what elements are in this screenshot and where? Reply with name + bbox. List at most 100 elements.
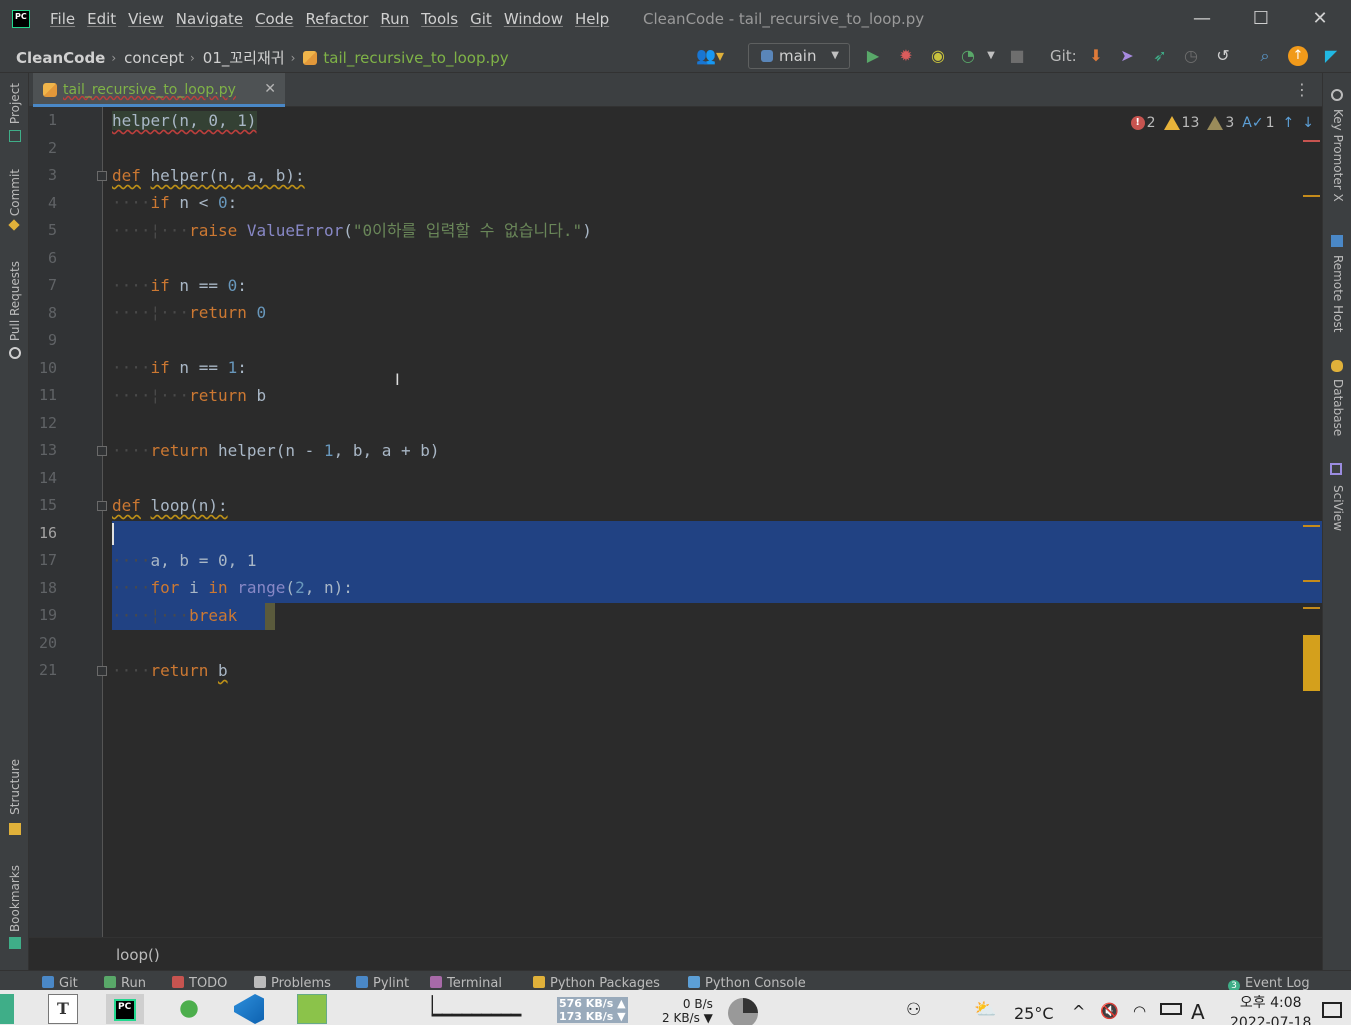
- clock[interactable]: 오후 4:08 2022-07-18: [1230, 993, 1311, 1025]
- menu-view[interactable]: View: [122, 10, 170, 28]
- tool-sciview[interactable]: SciView: [1331, 485, 1345, 531]
- tool-terminal[interactable]: Terminal: [430, 976, 502, 990]
- action-center-icon[interactable]: [1322, 1002, 1342, 1018]
- tool-git[interactable]: Git: [42, 976, 78, 990]
- maximize-button[interactable]: ☐: [1246, 6, 1276, 32]
- typos-count[interactable]: A✓ 1: [1242, 115, 1274, 131]
- code-with-me-icon[interactable]: ◤: [1320, 44, 1342, 68]
- warning-stripe-mark[interactable]: [1303, 607, 1320, 609]
- line-number-current: 16: [38, 524, 57, 542]
- taskbar-pycharm-icon[interactable]: PC: [106, 994, 144, 1024]
- tool-remote-host[interactable]: Remote Host: [1331, 255, 1345, 332]
- inspection-widget[interactable]: ! 2 13 3 A✓ 1 ↑ ↓: [1130, 115, 1314, 131]
- fold-marker[interactable]: [97, 446, 107, 456]
- tool-python-packages[interactable]: Python Packages: [533, 976, 660, 990]
- tool-run[interactable]: Run: [104, 976, 146, 990]
- taskbar-vscode-icon[interactable]: [234, 994, 264, 1024]
- tab-actions-icon[interactable]: ⋮: [1294, 80, 1310, 99]
- profile-icon[interactable]: ◔: [957, 44, 979, 68]
- tool-todo[interactable]: TODO: [172, 976, 227, 990]
- stop-icon[interactable]: ■: [1006, 44, 1028, 68]
- git-commit-icon[interactable]: ➶: [1149, 44, 1171, 68]
- search-icon[interactable]: ⌕: [1254, 44, 1276, 68]
- tab-tail-recursive-to-loop[interactable]: tail_recursive_to_loop.py ✕: [33, 73, 285, 107]
- windows-taskbar: T PC ▕▁▁▁▁▁▁▁▁▁ 576 KB/s ▲ 173 KB/s ▼ 0 B…: [0, 990, 1351, 1025]
- tool-problems[interactable]: Problems: [254, 976, 331, 990]
- code-line-15: def loop(n):: [112, 496, 228, 515]
- menu-navigate[interactable]: Navigate: [170, 10, 249, 28]
- battery-icon[interactable]: [1160, 1003, 1182, 1015]
- scrollbar-thumb[interactable]: [1303, 635, 1320, 691]
- warning-stripe-mark[interactable]: [1303, 525, 1320, 527]
- tool-bookmarks[interactable]: Bookmarks: [8, 865, 22, 932]
- menu-window[interactable]: Window: [498, 10, 569, 28]
- tool-key-promoter[interactable]: Key Promoter X: [1331, 109, 1345, 202]
- fold-marker[interactable]: [97, 666, 107, 676]
- git-push-icon[interactable]: ➤: [1116, 44, 1138, 68]
- git-label: Git:: [1050, 47, 1077, 65]
- close-window-button[interactable]: ✕: [1305, 6, 1335, 32]
- git-history-icon[interactable]: ◷: [1180, 44, 1202, 68]
- tool-event-log[interactable]: 3 Event Log: [1228, 976, 1310, 990]
- debug-icon[interactable]: ✹: [895, 44, 917, 68]
- current-scope[interactable]: loop(): [116, 946, 160, 964]
- code-line-17: ····a, b = 0, 1: [112, 551, 257, 570]
- menu-help[interactable]: Help: [569, 10, 615, 28]
- git-update-icon[interactable]: ⬇: [1085, 44, 1107, 68]
- tool-structure[interactable]: Structure: [8, 759, 22, 815]
- taskbar-app-icon[interactable]: [0, 994, 14, 1024]
- menu-refactor[interactable]: Refactor: [299, 10, 374, 28]
- menu-file[interactable]: File: [44, 10, 81, 28]
- error-stripe-mark[interactable]: [1303, 140, 1320, 142]
- next-highlight-arrow-icon[interactable]: ↓: [1302, 115, 1314, 131]
- menu-run[interactable]: Run: [374, 10, 415, 28]
- people-icon[interactable]: ⚇: [906, 1000, 921, 1020]
- weather-icon[interactable]: ⛅: [974, 999, 996, 1020]
- fold-marker[interactable]: [97, 501, 107, 511]
- errors-count[interactable]: ! 2: [1130, 115, 1156, 131]
- tool-pylint[interactable]: Pylint: [356, 976, 409, 990]
- weather-temp[interactable]: 25°C: [1014, 1004, 1054, 1023]
- taskbar-notepad-icon[interactable]: [297, 994, 327, 1024]
- breadcrumb-folder-tail[interactable]: 01_꼬리재귀: [203, 47, 285, 68]
- project-icon: [9, 130, 21, 142]
- warning-stripe-mark[interactable]: [1303, 195, 1320, 197]
- previous-highlight-arrow-icon[interactable]: ↑: [1283, 115, 1295, 131]
- breadcrumb-folder-concept[interactable]: concept: [124, 49, 184, 67]
- weak-warnings-count[interactable]: 3: [1207, 115, 1234, 131]
- close-tab-icon[interactable]: ✕: [264, 81, 276, 97]
- rollback-icon[interactable]: ↺: [1212, 44, 1234, 68]
- tool-commit[interactable]: Commit: [8, 169, 22, 216]
- volume-muted-icon[interactable]: 🔇: [1100, 1002, 1119, 1020]
- more-run-chevron-icon[interactable]: ▼: [984, 44, 998, 68]
- minimize-button[interactable]: —: [1187, 6, 1217, 32]
- warnings-count[interactable]: 13: [1163, 115, 1199, 131]
- python-console-icon: [688, 976, 700, 988]
- warning-stripe-mark[interactable]: [1303, 580, 1320, 582]
- menu-edit[interactable]: Edit: [81, 10, 122, 28]
- breadcrumb-project[interactable]: CleanCode: [16, 49, 105, 67]
- menu-git[interactable]: Git: [464, 10, 498, 28]
- code-line-11: ····¦···return b: [112, 386, 267, 405]
- menu-tools[interactable]: Tools: [415, 10, 464, 28]
- wifi-icon[interactable]: ◠: [1133, 1002, 1146, 1020]
- run-icon[interactable]: ▶: [862, 44, 884, 68]
- tool-project[interactable]: Project: [8, 83, 22, 124]
- tool-python-console[interactable]: Python Console: [688, 976, 806, 990]
- show-hidden-icons-chevron-icon[interactable]: ^: [1072, 1002, 1085, 1021]
- tool-pull-requests[interactable]: Pull Requests: [8, 261, 22, 341]
- ime-indicator[interactable]: A: [1191, 1000, 1205, 1024]
- fold-marker[interactable]: [97, 171, 107, 181]
- taskbar-typora-icon[interactable]: T: [48, 994, 78, 1024]
- add-configuration-users-icon[interactable]: 👥▾: [692, 44, 728, 68]
- update-available-icon[interactable]: ↑: [1288, 46, 1308, 66]
- run-with-coverage-icon[interactable]: ◉: [927, 44, 949, 68]
- taskbar-sourcetree-icon[interactable]: [174, 994, 204, 1024]
- line-gutter[interactable]: 1 2 3 4 5 6 7 8 9 10 11 12 13 14 15 16 1…: [29, 107, 107, 937]
- run-config-select[interactable]: main ▼: [748, 43, 850, 69]
- code-editor[interactable]: 1 2 3 4 5 6 7 8 9 10 11 12 13 14 15 16 1…: [29, 107, 1322, 937]
- menu-code[interactable]: Code: [249, 10, 299, 28]
- code-line-10: ····if n == 1:: [112, 358, 247, 377]
- tool-database[interactable]: Database: [1331, 379, 1345, 436]
- breadcrumb-file[interactable]: tail_recursive_to_loop.py: [323, 49, 508, 67]
